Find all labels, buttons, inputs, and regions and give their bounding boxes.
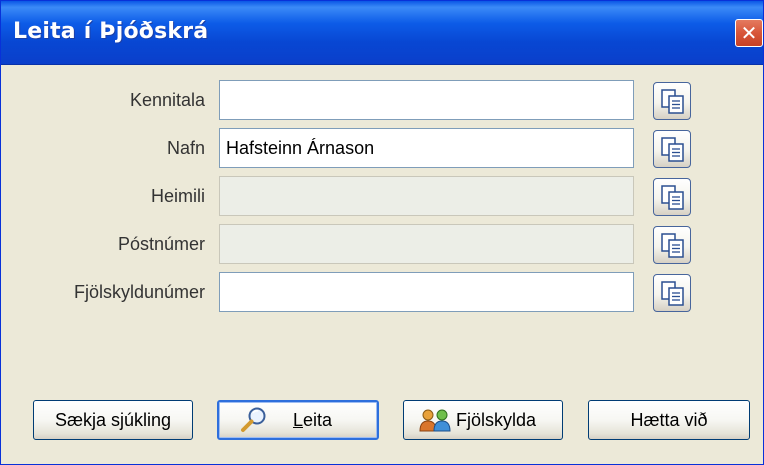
leita-label: Leita — [293, 410, 333, 430]
copy-documents-icon — [661, 89, 684, 114]
leita-button[interactable]: Leita — [217, 400, 379, 440]
nafn-label: Nafn — [166, 138, 205, 158]
fjolskyldunumer-copy-button[interactable] — [653, 274, 691, 312]
kennitala-label: Kennitala — [129, 90, 205, 110]
fjolskyldunumer-input[interactable] — [219, 272, 634, 312]
family-icon — [419, 409, 451, 432]
copy-documents-icon — [661, 281, 684, 306]
haetta-vid-label: Hætta við — [630, 410, 708, 430]
dialog-body: Kennitala Nafn Hafsteinn Árnason Heimili… — [1, 66, 763, 464]
postnumer-label: Póstnúmer — [117, 234, 205, 254]
fjolskylda-label: Fjölskylda — [456, 410, 537, 430]
close-button[interactable]: ✕ — [735, 19, 763, 47]
postnumer-copy-button[interactable] — [653, 226, 691, 264]
kennitala-input[interactable] — [219, 80, 634, 120]
copy-documents-icon — [661, 137, 684, 162]
title-bar[interactable]: Leita í Þjóðskrá ✕ — [1, 1, 763, 65]
kennitala-copy-button[interactable] — [653, 82, 691, 120]
postnumer-input — [219, 224, 634, 264]
copy-documents-icon — [661, 185, 684, 210]
nafn-copy-button[interactable] — [653, 130, 691, 168]
saekja-sjukling-label: Sækja sjúkling — [54, 410, 172, 430]
heimili-copy-button[interactable] — [653, 178, 691, 216]
saekja-sjukling-button[interactable]: Sækja sjúkling — [33, 400, 193, 440]
haetta-vid-button[interactable]: Hætta við — [588, 400, 750, 440]
heimili-input — [219, 176, 634, 216]
copy-documents-icon — [661, 233, 684, 258]
heimili-label: Heimili — [151, 186, 205, 206]
nafn-input[interactable]: Hafsteinn Árnason — [219, 128, 634, 168]
search-dialog-window: Leita í Þjóðskrá ✕ Kennitala Nafn Hafste… — [0, 0, 764, 465]
window-title: Leita í Þjóðskrá — [13, 19, 209, 44]
close-icon: ✕ — [740, 21, 758, 45]
fjolskyldunumer-label: Fjölskyldunúmer — [73, 282, 205, 302]
fjolskylda-button[interactable]: Fjölskylda — [403, 400, 563, 440]
magnifier-icon — [241, 407, 266, 432]
